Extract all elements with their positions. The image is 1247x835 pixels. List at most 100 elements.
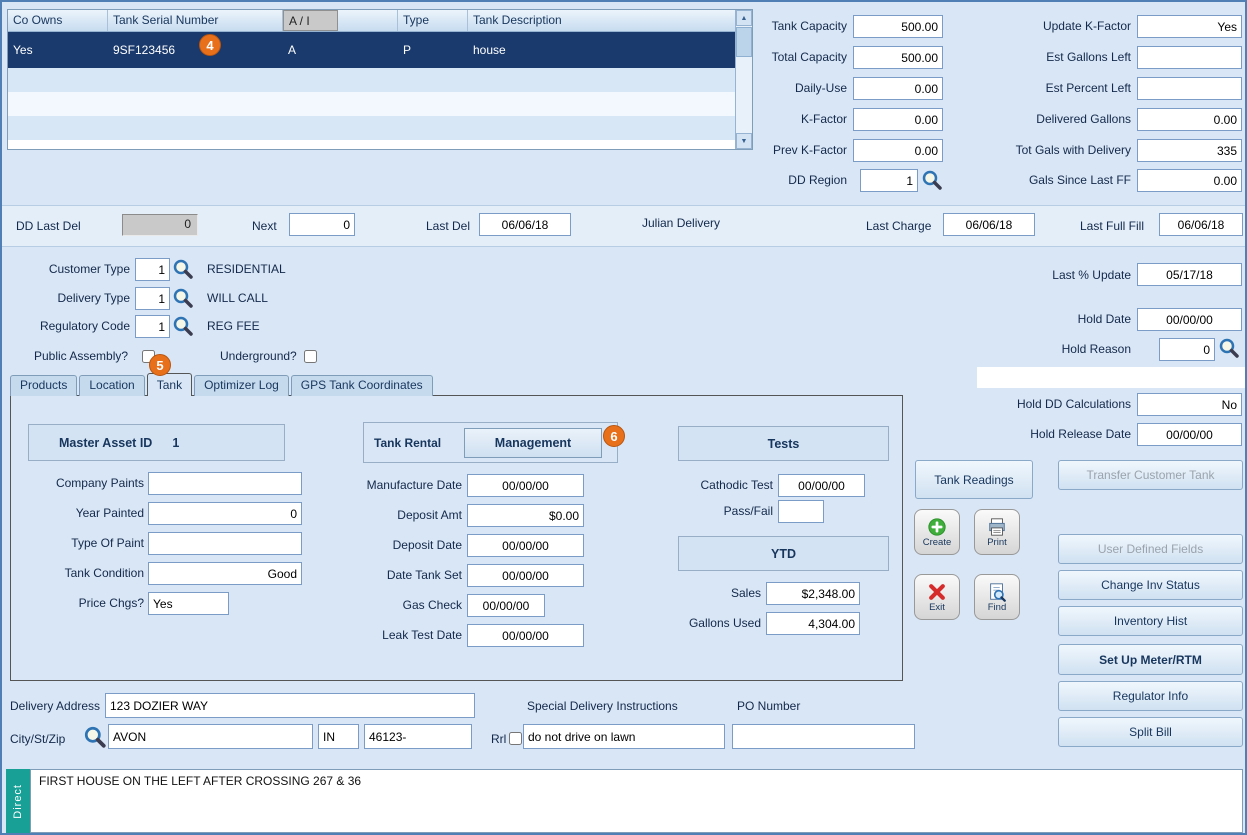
hold-dd-calculations-input[interactable] xyxy=(1137,393,1242,416)
tab-gps-coordinates[interactable]: GPS Tank Coordinates xyxy=(290,375,433,396)
table-row-selected[interactable]: Yes 9SF123456 A P house xyxy=(8,32,752,68)
master-asset-id-box: Master Asset ID 1 xyxy=(28,424,285,461)
col-header-blank[interactable] xyxy=(338,10,398,31)
tank-capacity-input[interactable] xyxy=(853,15,943,38)
type-of-paint-label: Type Of Paint xyxy=(71,536,144,550)
table-row-empty[interactable] xyxy=(8,92,752,116)
daily-use-label: Daily-Use xyxy=(794,81,847,95)
gallons-used-input[interactable] xyxy=(766,612,860,635)
directions-note-input[interactable]: FIRST HOUSE ON THE LEFT AFTER CROSSING 2… xyxy=(30,769,1243,833)
total-capacity-input[interactable] xyxy=(853,46,943,69)
rrl-checkbox[interactable] xyxy=(509,732,522,745)
master-asset-id-label: Master Asset ID xyxy=(59,435,153,450)
gas-check-input[interactable] xyxy=(467,594,545,617)
daily-use-input[interactable] xyxy=(853,77,943,100)
change-inv-status-button[interactable]: Change Inv Status xyxy=(1058,570,1243,600)
city-lookup-icon[interactable] xyxy=(83,725,106,748)
est-percent-left-input[interactable] xyxy=(1137,77,1242,100)
city-input[interactable] xyxy=(108,724,313,749)
special-instructions-input[interactable] xyxy=(523,724,725,749)
tank-rental-label: Tank Rental xyxy=(374,436,442,450)
delivery-address-label: Delivery Address xyxy=(10,699,101,713)
tab-tank[interactable]: Tank xyxy=(146,373,193,396)
cell-co-owns: Yes xyxy=(13,43,33,57)
delivery-type-lookup-icon[interactable] xyxy=(172,287,194,309)
exit-button[interactable]: Exit xyxy=(914,574,960,620)
setup-meter-rtm-button[interactable]: Set Up Meter/RTM xyxy=(1058,644,1243,675)
customer-type-input[interactable] xyxy=(135,258,170,281)
dd-region-lookup-icon[interactable] xyxy=(921,169,943,191)
regulator-info-button[interactable]: Regulator Info xyxy=(1058,681,1243,711)
sales-input[interactable] xyxy=(766,582,860,605)
zip-input[interactable] xyxy=(364,724,472,749)
inventory-hist-button[interactable]: Inventory Hist xyxy=(1058,606,1243,636)
hold-date-input[interactable] xyxy=(1137,308,1242,331)
table-row-empty[interactable] xyxy=(8,116,752,140)
tank-readings-button[interactable]: Tank Readings xyxy=(915,460,1033,499)
state-input[interactable] xyxy=(318,724,359,749)
update-k-factor-input[interactable] xyxy=(1137,15,1242,38)
tab-optimizer-log[interactable]: Optimizer Log xyxy=(194,375,289,396)
public-assembly-label: Public Assembly? xyxy=(34,349,129,363)
table-row-empty[interactable] xyxy=(8,68,752,92)
date-tank-set-input[interactable] xyxy=(467,564,584,587)
last-del-input[interactable] xyxy=(479,213,571,236)
print-button[interactable]: Print xyxy=(974,509,1020,555)
last-full-fill-input[interactable] xyxy=(1159,213,1243,236)
customer-type-lookup-icon[interactable] xyxy=(172,258,194,280)
tank-rental-group: Tank Rental Management xyxy=(363,422,618,463)
management-button[interactable]: Management xyxy=(464,428,602,458)
find-button[interactable]: Find xyxy=(974,574,1020,620)
manufacture-date-input[interactable] xyxy=(467,474,584,497)
k-factor-label: K-Factor xyxy=(800,112,847,126)
hold-reason-input[interactable] xyxy=(1159,338,1215,361)
delivered-gallons-input[interactable] xyxy=(1137,108,1242,131)
gals-since-last-ff-input[interactable] xyxy=(1137,169,1242,192)
year-painted-input[interactable] xyxy=(148,502,302,525)
col-header-serial[interactable]: Tank Serial Number xyxy=(108,10,283,31)
deposit-date-input[interactable] xyxy=(467,534,584,557)
rrl-label: Rrl xyxy=(491,732,507,746)
price-chgs-input[interactable] xyxy=(148,592,229,615)
delivery-type-input[interactable] xyxy=(135,287,170,310)
transfer-customer-tank-button[interactable]: Transfer Customer Tank xyxy=(1058,460,1243,490)
deposit-amt-input[interactable] xyxy=(467,504,584,527)
underground-checkbox[interactable] xyxy=(304,350,317,363)
company-paints-input[interactable] xyxy=(148,472,302,495)
tot-gals-with-delivery-input[interactable] xyxy=(1137,139,1242,162)
cathodic-test-input[interactable] xyxy=(778,474,865,497)
direct-tab[interactable]: Direct xyxy=(6,769,30,833)
type-of-paint-input[interactable] xyxy=(148,532,302,555)
gals-since-last-ff-label: Gals Since Last FF xyxy=(1028,173,1131,187)
split-bill-button[interactable]: Split Bill xyxy=(1058,717,1243,747)
last-pct-update-input[interactable] xyxy=(1137,263,1242,286)
hold-release-date-input[interactable] xyxy=(1137,423,1242,446)
tab-location[interactable]: Location xyxy=(79,375,145,396)
col-header-type[interactable]: Type xyxy=(398,10,468,31)
delivery-type-desc: WILL CALL xyxy=(207,291,268,305)
user-defined-fields-button[interactable]: User Defined Fields xyxy=(1058,534,1243,564)
col-header-co-owns[interactable]: Co Owns xyxy=(8,10,108,31)
regulatory-code-input[interactable] xyxy=(135,315,170,338)
last-pct-update-label: Last % Update xyxy=(1052,268,1131,282)
dd-region-input[interactable] xyxy=(860,169,918,192)
plus-icon xyxy=(928,517,946,536)
cathodic-test-label: Cathodic Test xyxy=(700,478,774,492)
k-factor-input[interactable] xyxy=(853,108,943,131)
tank-condition-input[interactable] xyxy=(148,562,302,585)
col-header-a-i[interactable]: A / I xyxy=(283,10,338,31)
last-charge-input[interactable] xyxy=(943,213,1035,236)
delivery-address-input[interactable] xyxy=(105,693,475,718)
hold-reason-label: Hold Reason xyxy=(1061,342,1131,356)
hold-dd-calculations-label: Hold DD Calculations xyxy=(1016,397,1131,411)
next-input[interactable] xyxy=(289,213,355,236)
create-button[interactable]: Create xyxy=(914,509,960,555)
regulatory-code-lookup-icon[interactable] xyxy=(172,315,194,337)
prev-k-factor-input[interactable] xyxy=(853,139,943,162)
hold-reason-lookup-icon[interactable] xyxy=(1218,337,1240,359)
est-gallons-left-input[interactable] xyxy=(1137,46,1242,69)
pass-fail-input[interactable] xyxy=(778,500,824,523)
po-number-input[interactable] xyxy=(732,724,915,749)
tab-products[interactable]: Products xyxy=(10,375,78,396)
leak-test-date-input[interactable] xyxy=(467,624,584,647)
